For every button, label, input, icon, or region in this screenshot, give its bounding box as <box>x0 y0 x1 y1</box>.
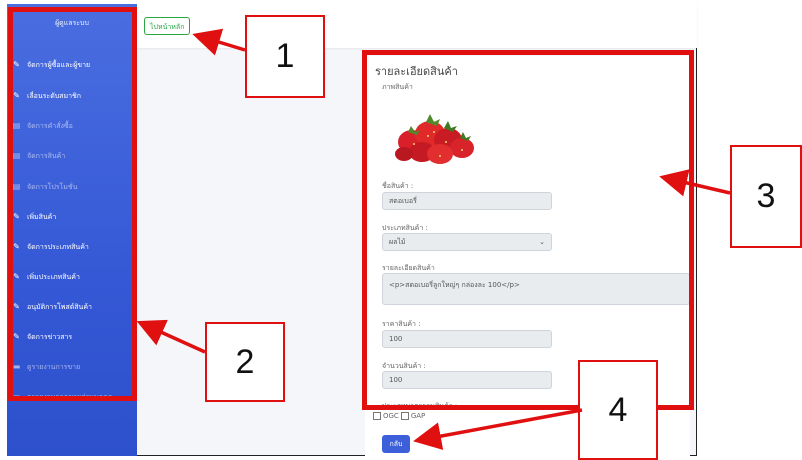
annotation-box-2 <box>8 7 137 401</box>
topbar <box>137 4 697 48</box>
annotation-label-4: 4 <box>578 360 658 460</box>
back-button[interactable]: กลับ <box>382 435 410 453</box>
cert-checkboxes: OGC GAP <box>373 412 425 420</box>
gap-label: GAP <box>410 412 426 420</box>
annotation-label-1: 1 <box>245 15 325 98</box>
annotation-label-3: 3 <box>730 145 802 248</box>
ogc-label: OGC <box>383 412 399 420</box>
ogc-checkbox[interactable] <box>373 412 381 420</box>
gap-checkbox[interactable] <box>400 412 409 420</box>
home-button[interactable]: ไปหน้าหลัก <box>144 17 191 35</box>
annotation-box-3 <box>362 50 694 410</box>
annotation-label-2: 2 <box>205 322 285 402</box>
